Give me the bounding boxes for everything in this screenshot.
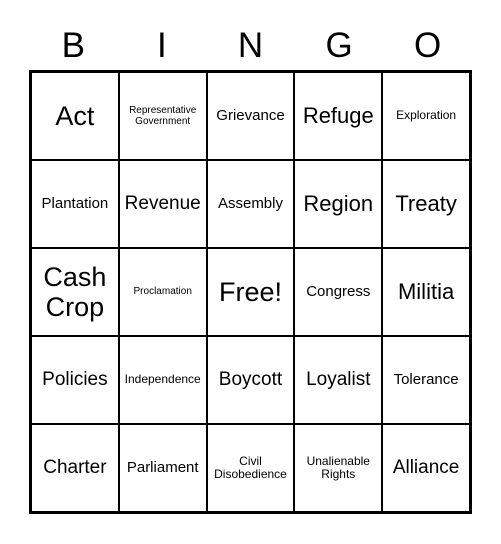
bingo-cell-label: Act	[55, 100, 95, 131]
bingo-cell-label: Exploration	[396, 108, 457, 123]
bingo-cell[interactable]: Proclamation	[120, 249, 208, 335]
bingo-cell-label: Alliance	[392, 457, 460, 479]
bingo-row: Cash Crop Proclamation Free! Congress Mi…	[32, 249, 469, 337]
bingo-cell-label: Grievance	[216, 106, 285, 124]
bingo-cell[interactable]: Revenue	[120, 161, 208, 247]
bingo-header: B I N G O	[29, 20, 472, 70]
bingo-row: Act Representative Government Grievance …	[32, 73, 469, 161]
bingo-cell-label: Region	[303, 190, 374, 216]
bingo-cell-label: Representative Government	[129, 104, 197, 127]
header-letter-n: N	[237, 25, 264, 65]
bingo-cell[interactable]: Boycott	[208, 337, 296, 423]
bingo-cell-label: Revenue	[124, 193, 201, 215]
bingo-cell-label: Charter	[43, 457, 107, 479]
bingo-cell[interactable]: Independence	[120, 337, 208, 423]
bingo-cell-label: Congress	[306, 282, 371, 300]
bingo-cell-label: Tolerance	[393, 370, 459, 388]
bingo-cell[interactable]: Charter	[32, 425, 120, 511]
bingo-cell-label: Proclamation	[133, 286, 192, 298]
bingo-cell-label: Independence	[124, 372, 201, 387]
bingo-cell-label: Parliament	[126, 458, 199, 476]
bingo-cell[interactable]: Exploration	[383, 73, 469, 159]
bingo-cell[interactable]: Treaty	[383, 161, 469, 247]
header-letter-g: G	[325, 25, 353, 65]
bingo-cell[interactable]: Militia	[383, 249, 469, 335]
bingo-cell[interactable]: Policies	[32, 337, 120, 423]
bingo-row: Plantation Revenue Assembly Region Treat…	[32, 161, 469, 249]
bingo-cell[interactable]: Representative Government	[120, 73, 208, 159]
bingo-cell-label: Plantation	[41, 194, 109, 212]
bingo-cell-label: Policies	[42, 369, 108, 391]
bingo-cell-label: Refuge	[302, 102, 374, 128]
bingo-cell[interactable]: Civil Disobedience	[208, 425, 296, 511]
bingo-cell-label: Militia	[397, 278, 455, 304]
bingo-cell[interactable]: Loyalist	[295, 337, 384, 423]
bingo-cell[interactable]: Refuge	[295, 73, 384, 159]
bingo-cell-label: Loyalist	[306, 369, 371, 391]
bingo-cell-label: Assembly	[217, 194, 283, 212]
bingo-card: B I N G O Act Representative Government …	[0, 0, 501, 544]
bingo-cell-label: Free!	[218, 276, 282, 307]
bingo-cell[interactable]: Parliament	[120, 425, 208, 511]
bingo-cell[interactable]: Cash Crop	[32, 249, 120, 335]
bingo-cell[interactable]: Congress	[295, 249, 384, 335]
bingo-cell[interactable]: Assembly	[208, 161, 296, 247]
bingo-cell[interactable]: Act	[32, 73, 120, 159]
header-letter-b: B	[61, 25, 85, 65]
bingo-cell[interactable]: Grievance	[208, 73, 296, 159]
bingo-cell-free-space[interactable]: Free!	[208, 249, 296, 335]
bingo-cell-label: Civil Disobedience	[214, 453, 287, 481]
bingo-cell-label: Unalienable Rights	[306, 453, 370, 481]
bingo-cell[interactable]: Unalienable Rights	[295, 425, 384, 511]
bingo-row: Charter Parliament Civil Disobedience Un…	[32, 425, 469, 511]
bingo-cell-label: Cash Crop	[43, 261, 107, 322]
bingo-cell-label: Treaty	[395, 190, 457, 216]
bingo-row: Policies Independence Boycott Loyalist T…	[32, 337, 469, 425]
header-letter-o: O	[414, 25, 442, 65]
bingo-grid: Act Representative Government Grievance …	[29, 70, 472, 514]
bingo-cell[interactable]: Alliance	[383, 425, 469, 511]
bingo-cell[interactable]: Region	[295, 161, 384, 247]
header-letter-i: I	[157, 25, 167, 65]
bingo-cell[interactable]: Tolerance	[383, 337, 469, 423]
bingo-cell-label: Boycott	[218, 369, 283, 391]
bingo-cell[interactable]: Plantation	[32, 161, 120, 247]
